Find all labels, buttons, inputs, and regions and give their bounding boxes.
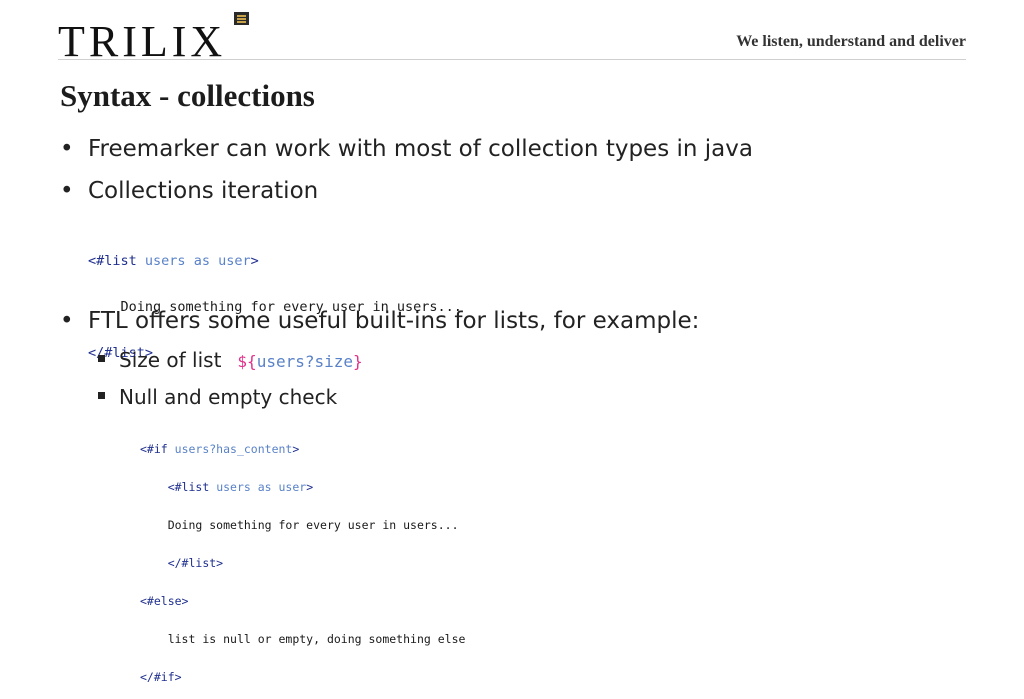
bullet-text: FTL offers some useful built-ins for lis… [88,308,700,334]
bullet-dot-icon: • [60,178,74,204]
square-bullet-icon [98,355,105,362]
code-token: users as user [144,253,251,269]
inline-code-size: ${users?size} [237,352,362,371]
code-block-if: <#if users?has_content> <#list users as … [140,421,465,699]
sub-bullet-item: Size of list ${users?size} [98,348,363,372]
code-line: </#list> [140,556,465,573]
header-divider [58,59,966,60]
code-token: ${ [237,352,257,371]
code-token: Doing something for every user in users.… [167,518,459,532]
bullet-item: • Collections iteration [60,178,318,204]
code-token: <#if [140,442,168,456]
slide-title: Syntax - collections [60,78,315,113]
sub-bullet-text: Null and empty check [119,385,338,409]
tagline: We listen, understand and deliver [736,33,966,50]
code-token: > [292,442,300,456]
code-token: > [306,480,314,494]
bullet-dot-icon: • [60,136,74,162]
code-token: list is null or empty, doing something e… [167,632,466,646]
bullet-item: • Freemarker can work with most of collec… [60,136,753,162]
code-line: <#else> [140,594,465,611]
sub-bullet-item: Null and empty check [98,385,337,409]
bullet-item: • FTL offers some useful built-ins for li… [60,308,699,334]
code-token: <#list [88,253,137,269]
code-line: Doing something for every user in users.… [140,518,465,535]
code-token: users?has_content [174,442,293,456]
code-line: <#list users as user> [88,253,462,274]
code-token: users?size [256,352,354,371]
logo-mark-icon [234,12,249,25]
code-token: <#else> [140,594,189,608]
code-token: } [353,352,363,371]
code-token: > [250,253,259,269]
code-token: <#list [167,480,210,494]
code-token: </#if> [140,670,182,684]
bullet-dot-icon: • [60,308,74,334]
code-token: users as user [216,480,307,494]
code-token: </#list> [167,556,224,570]
bullet-text: Freemarker can work with most of collect… [88,136,753,162]
code-line: <#if users?has_content> [140,442,465,459]
sub-bullet-text: Size of list [119,348,222,372]
code-line: <#list users as user> [140,480,465,497]
code-line: list is null or empty, doing something e… [140,632,466,649]
logo-text: TRILIX [58,17,227,66]
bullet-text: Collections iteration [88,178,319,204]
square-bullet-icon [98,392,105,399]
code-line: </#if> [140,670,465,687]
